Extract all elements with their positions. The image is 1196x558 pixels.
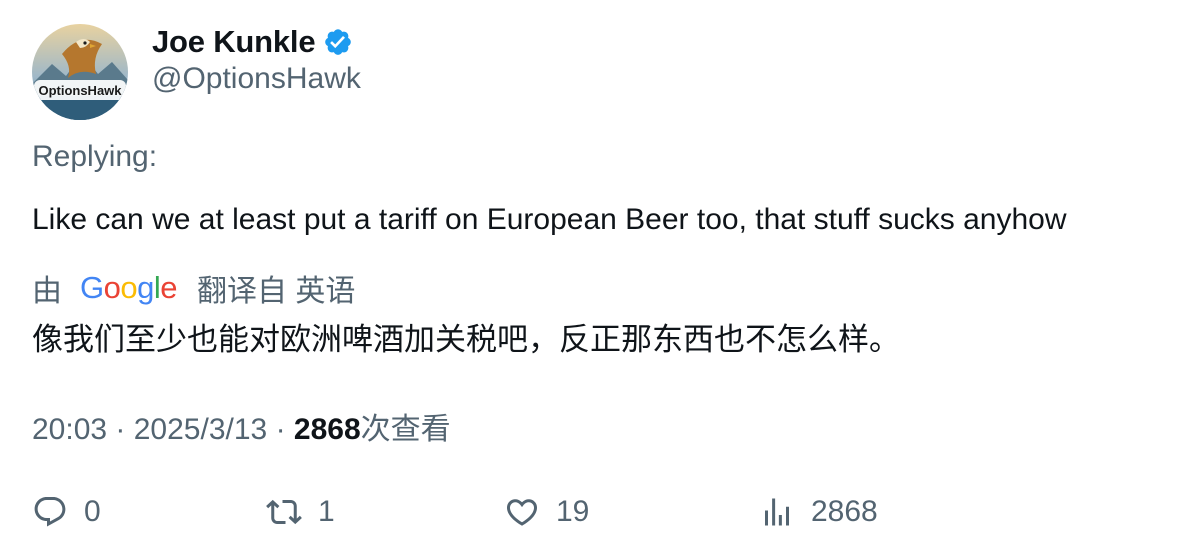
translated-from-link[interactable]: 翻译自 英语 [197, 266, 355, 310]
author-name-row[interactable]: Joe Kunkle [152, 22, 353, 62]
author-handle[interactable]: @OptionsHawk [152, 62, 361, 96]
google-logo: Google [80, 270, 178, 305]
views-action-count: 2868 [811, 495, 878, 528]
views-count[interactable]: 2868 [294, 413, 361, 446]
views-label: 次查看 [360, 413, 451, 446]
translated-tweet-text: 像我们至少也能对欧洲啤酒加关税吧，反正那东西也不怎么样。 [32, 322, 900, 357]
heart-icon [504, 494, 540, 530]
tweet-text: Like can we at least put a tariff on Eur… [32, 203, 1067, 236]
verified-badge-icon[interactable] [323, 27, 353, 57]
analytics-icon [759, 494, 795, 530]
avatar-image: OptionsHawk [32, 24, 128, 120]
retweet-button[interactable]: 1 [266, 490, 335, 534]
tweet-time[interactable]: 20:03 [32, 413, 107, 446]
like-count: 19 [556, 495, 590, 528]
avatar[interactable]: OptionsHawk [32, 24, 128, 120]
views-button[interactable]: 2868 [759, 490, 878, 534]
reply-button[interactable]: 0 [32, 490, 101, 534]
avatar-logo-text: OptionsHawk [38, 83, 122, 98]
like-button[interactable]: 19 [504, 490, 589, 534]
translation-attribution: 由 Google 翻译自 英语 [32, 268, 355, 308]
retweet-count: 1 [318, 495, 335, 528]
tweet-metadata: 20:03 · 2025/3/13 · 2868次查看 [32, 404, 451, 448]
reply-icon [32, 494, 68, 530]
tweet-date[interactable]: 2025/3/13 [134, 413, 267, 446]
meta-separator: · [275, 413, 294, 446]
tweet-actions-bar: 0 1 19 2868 [32, 490, 1162, 534]
translation-by-label: 由 [32, 275, 62, 308]
retweet-icon [266, 494, 302, 530]
author-display-name[interactable]: Joe Kunkle [152, 24, 316, 60]
replying-label: Replying: [32, 140, 158, 173]
reply-count: 0 [84, 495, 101, 528]
meta-separator: · [115, 413, 134, 446]
